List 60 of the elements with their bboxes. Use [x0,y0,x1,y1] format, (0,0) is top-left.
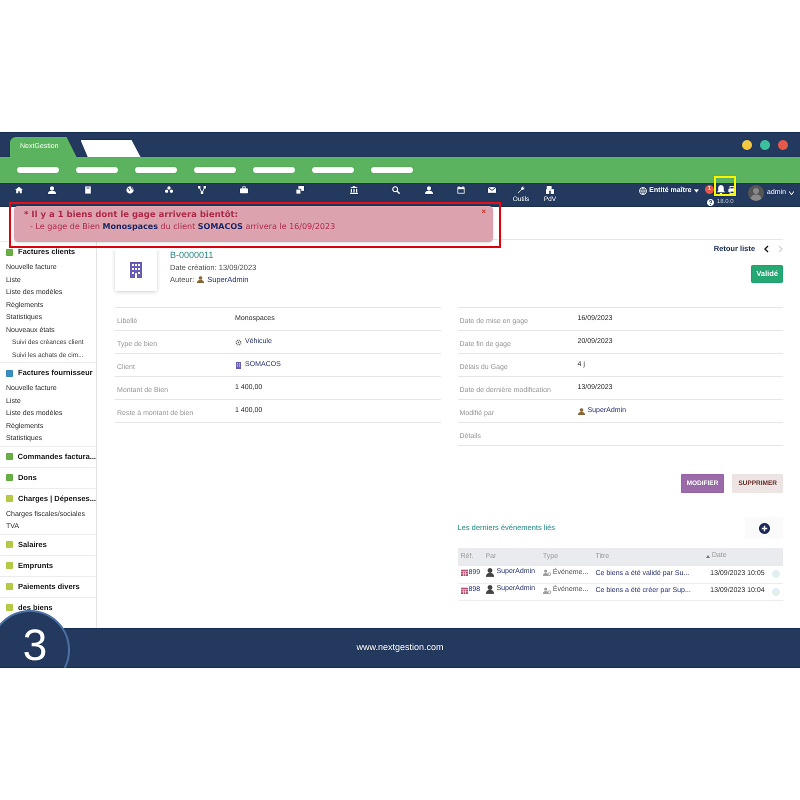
menu-placeholder-bar [253,167,295,173]
section-icon [6,370,13,376]
step-number: 3 [22,624,48,668]
record-reference: B-0000011 [170,249,214,261]
help-icon[interactable] [706,199,714,206]
section-icon [6,248,13,256]
menu-placeholder-bar [17,167,59,173]
person-icon [486,568,494,577]
plus-icon [758,522,770,534]
menu-placeholder-bar [194,167,236,173]
globe-icon [639,187,648,196]
person-icon [486,585,494,594]
menu-placeholder-bar [371,167,413,173]
calendar-icon[interactable] [457,186,465,194]
person-icon[interactable] [48,186,56,194]
section-icon [6,562,13,569]
network-icon[interactable] [198,186,206,194]
globe-icon[interactable] [126,186,134,194]
add-event-button[interactable] [745,517,783,539]
users-icon [542,586,551,594]
caret-icon [789,191,794,195]
person-icon [197,276,204,283]
menu-placeholder-bar [312,167,354,173]
stack-icon[interactable] [296,186,304,194]
section-icon [6,495,13,502]
building-icon [235,362,242,368]
printer-icon[interactable] [728,186,736,194]
house-icon[interactable] [14,186,22,194]
bank-icon[interactable] [350,186,358,194]
menu-placeholder-bar [76,167,118,173]
bell-icon[interactable] [716,185,725,194]
person-icon[interactable] [425,186,433,194]
section-icon [6,541,13,548]
section-icon [6,604,13,611]
menu-placeholder-bar [135,167,177,173]
building-icon [130,262,142,278]
caret-icon [694,189,699,194]
users-icon [542,569,551,576]
gear-icon [235,338,242,346]
briefcase-icon[interactable] [240,186,248,194]
section-icon [6,583,13,590]
alert-text: - Le gage de Bien Monospaces du client SOMACOS arrivera le 16/09/2023 [29,221,336,232]
website-url: www.nextgestion.com [356,641,444,654]
sort-ascending-icon[interactable] [706,555,710,558]
section-icon [6,453,13,460]
group-icon[interactable] [164,186,172,194]
envelope-icon[interactable] [488,186,496,194]
highlight-frame [714,176,736,196]
avatar-icon[interactable] [748,185,764,201]
blank-tab[interactable] [80,140,141,157]
shop-icon[interactable] [546,186,554,194]
previous-icon[interactable] [764,244,769,253]
calendar-icon [460,586,468,594]
search-icon[interactable] [392,186,400,194]
calendar-icon [460,569,468,576]
wrench-icon[interactable] [517,186,525,194]
alert-title: * Il y a 1 biens dont le gage arrivera bientôt: [24,210,240,221]
book-icon[interactable] [84,186,92,194]
section-icon [6,474,13,481]
person-icon [578,408,584,414]
